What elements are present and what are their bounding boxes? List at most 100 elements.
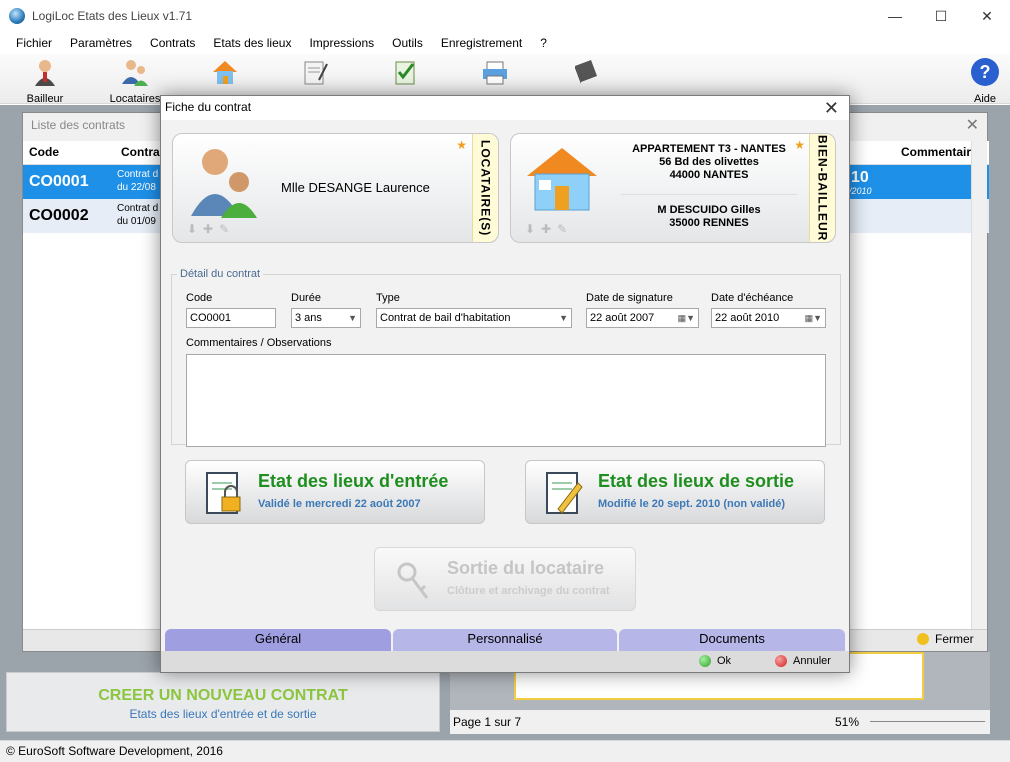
menu-enregistrement[interactable]: Enregistrement <box>432 36 531 50</box>
locked-notepad-icon <box>206 472 241 514</box>
maximize-button[interactable]: ☐ <box>918 0 964 32</box>
menu-etats-des-lieux[interactable]: Etats des lieux <box>204 36 300 50</box>
toolbar-etats-button[interactable] <box>370 56 440 93</box>
tenant-name: Mlle DESANGE Laurence <box>281 180 430 195</box>
star-icon: ★ <box>794 138 805 152</box>
checklist-icon <box>395 61 415 85</box>
row-desc-line2: du 01/09 <box>117 216 156 227</box>
etat-sortie-button[interactable]: Etat des lieux de sortie Modifié le 20 s… <box>525 460 825 524</box>
etat-sortie-subtitle: Modifié le 20 sept. 2010 (non validé) <box>598 498 786 510</box>
type-value: Contrat de bail d'habitation <box>380 312 511 324</box>
code-label: Code <box>186 292 213 304</box>
app-title: LogiLoc Etats des Lieux v1.71 <box>32 9 193 23</box>
ok-button[interactable]: Ok <box>699 651 731 671</box>
list-scrollbar[interactable] <box>971 141 987 633</box>
property-line2: 56 Bd des olivettes <box>659 156 759 168</box>
landlord-icon <box>35 60 55 86</box>
menu-outils[interactable]: Outils <box>383 36 432 50</box>
menu-impressions[interactable]: Impressions <box>300 36 383 50</box>
create-contract-panel[interactable]: CREER UN NOUVEAU CONTRAT Etats des lieux… <box>6 672 440 732</box>
toolbar-bailleur-button[interactable]: Bailleur <box>10 56 80 105</box>
signature-label: Date de signature <box>586 292 673 304</box>
toolbar-contrats-button[interactable] <box>280 56 350 93</box>
card-divider <box>621 194 797 195</box>
star-icon: ★ <box>456 138 467 152</box>
row-code: CO0001 <box>29 173 89 190</box>
app-titlebar: LogiLoc Etats des Lieux v1.71 — ☐ ✕ <box>0 0 1010 32</box>
property-line3: 44000 NANTES <box>669 169 749 181</box>
col-commentaire[interactable]: Commentaire <box>901 145 978 159</box>
svg-text:?: ? <box>980 62 991 82</box>
tenant-label-text: LOCATAIRE(S) <box>478 139 493 237</box>
comments-textarea[interactable] <box>186 354 826 447</box>
chevron-down-icon: ▼ <box>348 313 357 323</box>
ok-icon <box>699 655 711 667</box>
dialog-button-bar: Ok Annuler <box>161 651 849 672</box>
tenant-vertical-label: LOCATAIRE(S) <box>472 134 498 242</box>
chevron-down-icon: ▼ <box>559 313 568 323</box>
row-desc-line1: Contrat d <box>117 203 159 214</box>
etat-entree-title: Etat des lieux d'entrée <box>258 471 449 491</box>
menu-contrats[interactable]: Contrats <box>141 36 204 50</box>
property-line1: APPARTEMENT T3 - NANTES <box>632 143 786 155</box>
owner-info: M DESCUIDO Gilles 35000 RENNES <box>611 204 807 230</box>
cancel-icon <box>775 655 787 667</box>
tab-general[interactable]: Général <box>165 629 391 651</box>
code-input[interactable]: CO0001 <box>186 308 276 328</box>
preview-bottombar: Page 1 sur 7 51% <box>450 710 990 734</box>
book-icon <box>575 60 597 84</box>
col-code[interactable]: Code <box>29 145 59 159</box>
property-vertical-label: BIEN-BAILLEUR <box>809 134 835 242</box>
annuler-button[interactable]: Annuler <box>775 651 831 671</box>
echeance-label: Date d'échéance <box>711 292 794 304</box>
toolbar-outils-button[interactable] <box>550 56 620 93</box>
calendar-icon: ▦▼ <box>677 313 695 323</box>
house-icon <box>527 148 597 211</box>
tab-personnalise[interactable]: Personnalisé <box>393 629 617 651</box>
zoom-slider[interactable] <box>870 721 985 735</box>
tab-documents[interactable]: Documents <box>619 629 845 651</box>
menu-parametres[interactable]: Paramètres <box>61 36 141 50</box>
duree-select[interactable]: 3 ans ▼ <box>291 308 361 328</box>
comments-label: Commentaires / Observations <box>186 337 332 349</box>
col-contrat[interactable]: Contra <box>121 145 160 159</box>
row-code: CO0002 <box>29 207 89 224</box>
menu-fichier[interactable]: Fichier <box>7 36 61 50</box>
owner-city: 35000 RENNES <box>669 217 749 229</box>
calendar-icon: ▦▼ <box>804 313 822 323</box>
etat-entree-button[interactable]: Etat des lieux d'entrée Validé le mercre… <box>185 460 485 524</box>
tenant-tools[interactable]: ⬇✚✎ <box>187 222 235 236</box>
annuler-label: Annuler <box>793 655 831 667</box>
toolbar-aide-label: Aide <box>973 93 997 105</box>
toolbar-aide-button[interactable]: ? Aide <box>950 56 1010 105</box>
toolbar-biens-button[interactable] <box>190 56 260 93</box>
sortie-locataire-button[interactable]: Sortie du locataire Clôture et archivage… <box>374 547 636 611</box>
property-tools[interactable]: ⬇✚✎ <box>525 222 573 236</box>
tenants-icon <box>191 149 257 218</box>
fermer-button[interactable]: Fermer <box>917 632 974 646</box>
toolbar-bailleur-label: Bailleur <box>26 93 64 105</box>
property-address: APPARTEMENT T3 - NANTES 56 Bd des olivet… <box>611 143 807 182</box>
tenants-icon <box>122 60 148 86</box>
contract-detail-group: Détail du contrat Code CO0001 Durée 3 an… <box>171 268 841 447</box>
minimize-button[interactable]: — <box>872 0 918 32</box>
toolbar-impressions-button[interactable] <box>460 56 530 93</box>
menubar: Fichier Paramètres Contrats Etats des li… <box>0 32 1010 54</box>
create-contract-subtitle: Etats des lieux d'entrée et de sortie <box>129 707 317 721</box>
contract-list-close-icon[interactable]: ✕ <box>966 115 979 135</box>
dialog-title: Fiche du contrat <box>161 96 849 120</box>
property-label-text: BIEN-BAILLEUR <box>815 134 830 242</box>
property-card[interactable]: APPARTEMENT T3 - NANTES 56 Bd des olivet… <box>510 133 836 243</box>
signature-value: 22 août 2007 <box>590 312 655 324</box>
contract-dialog: Fiche du contrat ✕ Mlle DESANGE Laurence… <box>160 95 850 673</box>
duree-value: 3 ans <box>295 312 322 324</box>
dialog-close-icon[interactable]: ✕ <box>824 98 839 119</box>
echeance-date-picker[interactable]: 22 août 2010 ▦▼ <box>711 308 826 328</box>
close-window-button[interactable]: ✕ <box>964 0 1010 32</box>
type-select[interactable]: Contrat de bail d'habitation ▼ <box>376 308 572 328</box>
duree-label: Durée <box>291 292 321 304</box>
menu-help[interactable]: ? <box>531 36 556 50</box>
tenant-card[interactable]: Mlle DESANGE Laurence ★ ⬇✚✎ LOCATAIRE(S) <box>172 133 499 243</box>
row-desc: Contrat d du 22/08 <box>117 168 158 194</box>
signature-date-picker[interactable]: 22 août 2007 ▦▼ <box>586 308 699 328</box>
